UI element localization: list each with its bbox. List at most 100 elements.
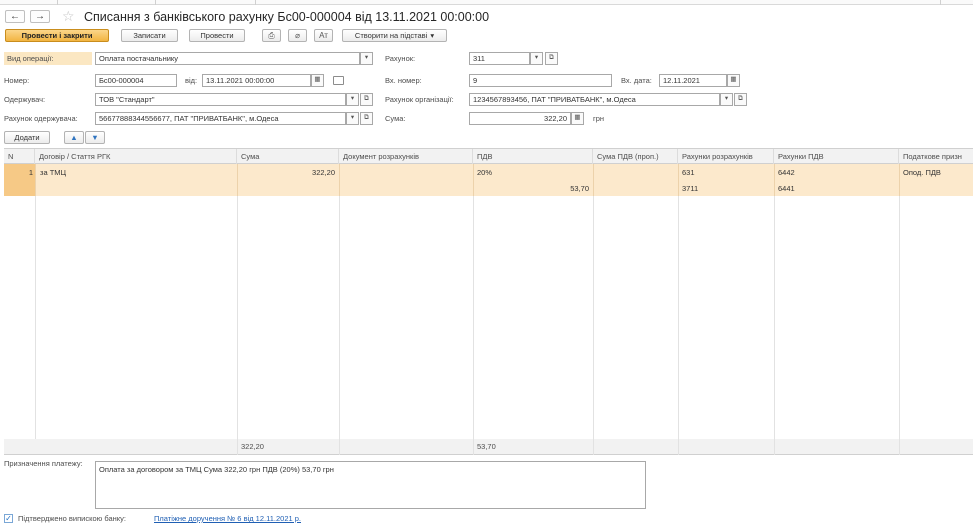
in-number-field[interactable]: 9	[469, 74, 612, 87]
table-row[interactable]: 1 за ТМЦ 322,20 20% 53,70 631 3711 6442 …	[4, 164, 973, 196]
chevron-down-icon: ▾	[534, 54, 539, 62]
structure-button[interactable]: Ат	[314, 29, 333, 42]
date-calendar-button[interactable]: ▦	[311, 74, 324, 87]
account-field[interactable]: 311	[469, 52, 530, 65]
column-header-tax[interactable]: Податкове призн	[899, 149, 973, 164]
date-field[interactable]: 13.11.2021 00:00:00	[202, 74, 311, 87]
column-divider	[678, 164, 679, 196]
row-vat-credit-account[interactable]: 6441	[778, 182, 795, 196]
row-settlement-account[interactable]: 631	[682, 166, 695, 180]
recipient-account-label: Рахунок одержувача:	[4, 114, 78, 123]
create-based-on-label: Створити на підставі	[354, 30, 428, 40]
in-date-label: Вх. дата:	[621, 76, 652, 85]
add-row-button[interactable]: Додати	[4, 131, 50, 144]
open-icon: ⧉	[549, 54, 554, 62]
save-label: Записати	[133, 30, 166, 40]
row-vat-account[interactable]: 6442	[778, 166, 795, 180]
purpose-textarea[interactable]: Оплата за договором за ТМЦ Сума 322,20 г…	[95, 461, 646, 509]
row-advance-account[interactable]: 3711	[682, 182, 698, 196]
column-divider	[237, 439, 238, 455]
sum-label: Сума:	[385, 114, 406, 123]
column-header-contract[interactable]: Договір / Стаття РГК	[35, 149, 237, 164]
total-vat: 53,70	[477, 442, 496, 451]
document-title: Списання з банківського рахунку Бс00-000…	[84, 10, 490, 24]
add-row-label: Додати	[14, 132, 40, 142]
column-header-settlement-doc[interactable]: Документ розрахунків	[339, 149, 473, 164]
recipient-field[interactable]: ТОВ "Стандарт"	[95, 93, 346, 106]
operation-select-button[interactable]: ▾	[360, 52, 373, 65]
column-divider	[774, 439, 775, 455]
chevron-down-icon: ▾	[430, 30, 435, 40]
strip-divider	[255, 0, 256, 5]
org-account-field[interactable]: 1234567893456, ПАТ "ПРИВАТБАНК", м.Одеса	[469, 93, 720, 106]
chevron-down-icon: ▾	[350, 95, 355, 103]
in-date-calendar-button[interactable]: ▦	[727, 74, 740, 87]
column-divider	[35, 164, 36, 440]
operation-field[interactable]: Оплата постачальнику	[95, 52, 360, 65]
save-button[interactable]: Записати	[121, 29, 178, 42]
chevron-down-icon: ▾	[724, 95, 729, 103]
number-field[interactable]: Бс00-000004	[95, 74, 177, 87]
payment-order-link[interactable]: Платіжне доручення № 6 від 12.11.2021 р.	[154, 512, 301, 525]
create-based-on-button[interactable]: Створити на підставі ▾	[342, 29, 447, 42]
confirmed-checkbox[interactable]: ✓	[4, 514, 13, 523]
comment-icon[interactable]	[333, 76, 344, 85]
row-number: 1	[28, 168, 33, 177]
open-icon: ⧉	[738, 95, 743, 103]
column-divider	[593, 439, 594, 455]
column-divider	[899, 164, 900, 196]
column-divider	[339, 164, 340, 196]
forward-button[interactable]: →	[30, 10, 50, 23]
column-header-n[interactable]: N	[4, 149, 35, 164]
column-divider	[899, 439, 900, 455]
chevron-down-icon: ▾	[350, 114, 355, 122]
row-sum[interactable]: 322,20	[237, 166, 335, 180]
column-divider	[899, 164, 900, 440]
recipient-select-button[interactable]: ▾	[346, 93, 359, 106]
favorite-star-icon[interactable]: ☆	[62, 8, 75, 24]
column-header-vat[interactable]: ПДВ	[473, 149, 593, 164]
org-account-select-button[interactable]: ▾	[720, 93, 733, 106]
recipient-account-open-button[interactable]: ⧉	[360, 112, 373, 125]
date-label: від:	[185, 76, 198, 85]
column-header-sum[interactable]: Сума	[237, 149, 339, 164]
row-tax-purpose[interactable]: Опод. ПДВ	[903, 166, 941, 180]
row-vat-rate[interactable]: 20%	[477, 166, 492, 180]
attach-button[interactable]: ⌀	[288, 29, 307, 42]
row-contract[interactable]: за ТМЦ	[40, 166, 66, 180]
column-header-vat-prop[interactable]: Сума ПДВ (проп.)	[593, 149, 678, 164]
column-divider	[35, 164, 36, 196]
strip-divider	[57, 0, 58, 5]
paperclip-icon: ⌀	[295, 30, 300, 40]
print-icon: ⎙	[268, 30, 275, 40]
recipient-account-field[interactable]: 56677888344556677, ПАТ "ПРИВАТБАНК", м.О…	[95, 112, 346, 125]
in-date-field[interactable]: 12.11.2021	[659, 74, 727, 87]
row-vat-amount[interactable]: 53,70	[473, 182, 589, 196]
org-account-open-button[interactable]: ⧉	[734, 93, 747, 106]
recipient-label: Одержувач:	[4, 95, 46, 104]
post-button[interactable]: Провести	[189, 29, 245, 42]
move-up-button[interactable]: ▲	[64, 131, 84, 144]
sum-calculator-button[interactable]: ▦	[571, 112, 584, 125]
purpose-label: Призначення платежу:	[4, 459, 83, 468]
sum-field[interactable]: 322,20	[469, 112, 571, 125]
post-and-close-button[interactable]: Провести і закрити	[5, 29, 109, 42]
table-totals: 322,20 53,70	[4, 439, 973, 455]
back-button[interactable]: ←	[5, 10, 25, 23]
number-label: Номер:	[4, 76, 30, 85]
calendar-icon: ▦	[314, 76, 321, 84]
arrow-up-icon: ▲	[70, 132, 78, 142]
column-header-vat-accounts[interactable]: Рахунки ПДВ	[774, 149, 899, 164]
column-header-settlement-accounts[interactable]: Рахунки розрахунків	[678, 149, 774, 164]
in-number-label: Вх. номер:	[385, 76, 422, 85]
recipient-open-button[interactable]: ⧉	[360, 93, 373, 106]
account-label: Рахунок:	[385, 54, 416, 63]
account-open-button[interactable]: ⧉	[545, 52, 558, 65]
strip-divider	[940, 0, 941, 5]
table-header: N Договір / Стаття РГК Сума Документ роз…	[4, 148, 973, 164]
column-divider	[473, 164, 474, 440]
recipient-account-select-button[interactable]: ▾	[346, 112, 359, 125]
account-select-button[interactable]: ▾	[530, 52, 543, 65]
print-button[interactable]: ⎙	[262, 29, 281, 42]
move-down-button[interactable]: ▼	[85, 131, 105, 144]
